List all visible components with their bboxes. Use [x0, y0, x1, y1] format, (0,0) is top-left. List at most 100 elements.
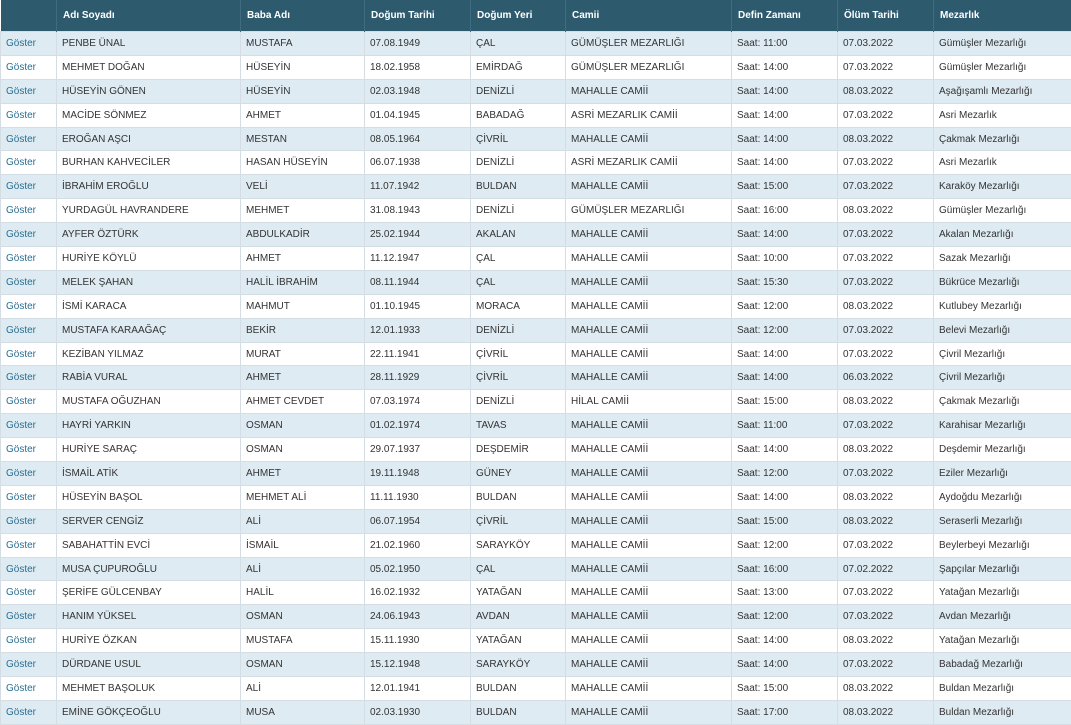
cell-birth-place: GÜNEY	[471, 462, 566, 486]
cell-show: Göster	[1, 677, 57, 701]
show-link[interactable]: Göster	[6, 444, 36, 455]
cell-mosque: MAHALLE CAMİİ	[566, 247, 732, 271]
show-link[interactable]: Göster	[6, 707, 36, 718]
show-link[interactable]: Göster	[6, 86, 36, 97]
header-name[interactable]: Adı Soyadı	[57, 0, 241, 32]
cell-birth-date: 15.11.1930	[365, 629, 471, 653]
cell-show: Göster	[1, 605, 57, 629]
cell-name: HÜSEYİN BAŞOL	[57, 485, 241, 509]
show-link[interactable]: Göster	[6, 349, 36, 360]
show-link[interactable]: Göster	[6, 611, 36, 622]
show-link[interactable]: Göster	[6, 38, 36, 49]
cell-show: Göster	[1, 223, 57, 247]
cell-burial-time: Saat: 14:00	[732, 485, 838, 509]
cell-name: DÜRDANE USUL	[57, 653, 241, 677]
cell-father-name: MEHMET ALİ	[241, 485, 365, 509]
cell-name: ŞERİFE GÜLCENBAY	[57, 581, 241, 605]
cell-burial-time: Saat: 16:00	[732, 557, 838, 581]
show-link[interactable]: Göster	[6, 229, 36, 240]
cell-burial-time: Saat: 12:00	[732, 462, 838, 486]
show-link[interactable]: Göster	[6, 253, 36, 264]
cell-cemetery: Seraserli Mezarlığı	[934, 509, 1071, 533]
cell-cemetery: Kutlubey Mezarlığı	[934, 294, 1071, 318]
header-birth-date[interactable]: Doğum Tarihi	[365, 0, 471, 32]
cell-father-name: İSMAİL	[241, 533, 365, 557]
show-link[interactable]: Göster	[6, 468, 36, 479]
cell-birth-date: 02.03.1948	[365, 79, 471, 103]
cell-burial-time: Saat: 14:00	[732, 342, 838, 366]
cell-birth-date: 29.07.1937	[365, 438, 471, 462]
show-link[interactable]: Göster	[6, 325, 36, 336]
cell-show: Göster	[1, 653, 57, 677]
header-burial-time[interactable]: Defin Zamanı	[732, 0, 838, 32]
cell-burial-time: Saat: 14:00	[732, 127, 838, 151]
cell-mosque: MAHALLE CAMİİ	[566, 557, 732, 581]
show-link[interactable]: Göster	[6, 372, 36, 383]
cell-mosque: MAHALLE CAMİİ	[566, 509, 732, 533]
cell-father-name: OSMAN	[241, 414, 365, 438]
header-death-date[interactable]: Ölüm Tarihi	[838, 0, 934, 32]
cell-burial-time: Saat: 12:00	[732, 294, 838, 318]
cell-birth-date: 06.07.1954	[365, 509, 471, 533]
show-link[interactable]: Göster	[6, 420, 36, 431]
cell-name: YURDAGÜL HAVRANDERE	[57, 199, 241, 223]
show-link[interactable]: Göster	[6, 492, 36, 503]
show-link[interactable]: Göster	[6, 301, 36, 312]
show-link[interactable]: Göster	[6, 157, 36, 168]
cell-birth-place: ÇAL	[471, 557, 566, 581]
cell-show: Göster	[1, 103, 57, 127]
cell-birth-place: DENİZLİ	[471, 79, 566, 103]
cell-burial-time: Saat: 15:30	[732, 270, 838, 294]
cell-father-name: HÜSEYİN	[241, 79, 365, 103]
show-link[interactable]: Göster	[6, 110, 36, 121]
cell-cemetery: Bükrüce Mezarlığı	[934, 270, 1071, 294]
cell-cemetery: Yatağan Mezarlığı	[934, 581, 1071, 605]
cell-birth-date: 25.02.1944	[365, 223, 471, 247]
header-cemetery[interactable]: Mezarlık	[934, 0, 1071, 32]
show-link[interactable]: Göster	[6, 587, 36, 598]
cell-birth-place: AKALAN	[471, 223, 566, 247]
cell-father-name: ABDULKADİR	[241, 223, 365, 247]
cell-name: RABİA VURAL	[57, 366, 241, 390]
cell-cemetery: Gümüşler Mezarlığı	[934, 55, 1071, 79]
cell-birth-place: SARAYKÖY	[471, 533, 566, 557]
cell-birth-date: 06.07.1938	[365, 151, 471, 175]
cell-birth-date: 18.02.1958	[365, 55, 471, 79]
header-father-name[interactable]: Baba Adı	[241, 0, 365, 32]
table-row: GösterSERVER CENGİZALİ06.07.1954ÇİVRİLMA…	[1, 509, 1071, 533]
cell-birth-place: ÇAL	[471, 270, 566, 294]
cell-death-date: 08.03.2022	[838, 677, 934, 701]
show-link[interactable]: Göster	[6, 564, 36, 575]
cell-death-date: 07.03.2022	[838, 223, 934, 247]
cell-mosque: MAHALLE CAMİİ	[566, 677, 732, 701]
show-link[interactable]: Göster	[6, 683, 36, 694]
cell-birth-place: MORACA	[471, 294, 566, 318]
cell-show: Göster	[1, 462, 57, 486]
show-link[interactable]: Göster	[6, 396, 36, 407]
cell-mosque: MAHALLE CAMİİ	[566, 462, 732, 486]
cell-death-date: 07.03.2022	[838, 581, 934, 605]
cell-name: MUSTAFA KARAAĞAÇ	[57, 318, 241, 342]
cell-death-date: 07.03.2022	[838, 605, 934, 629]
cell-birth-place: DENİZLİ	[471, 151, 566, 175]
cell-father-name: HALİL İBRAHİM	[241, 270, 365, 294]
show-link[interactable]: Göster	[6, 62, 36, 73]
show-link[interactable]: Göster	[6, 516, 36, 527]
cell-burial-time: Saat: 10:00	[732, 247, 838, 271]
show-link[interactable]: Göster	[6, 540, 36, 551]
show-link[interactable]: Göster	[6, 277, 36, 288]
show-link[interactable]: Göster	[6, 134, 36, 145]
show-link[interactable]: Göster	[6, 659, 36, 670]
header-birth-place[interactable]: Doğum Yeri	[471, 0, 566, 32]
show-link[interactable]: Göster	[6, 181, 36, 192]
table-row: GösterYURDAGÜL HAVRANDEREMEHMET31.08.194…	[1, 199, 1071, 223]
cell-show: Göster	[1, 533, 57, 557]
cell-birth-date: 24.06.1943	[365, 605, 471, 629]
header-mosque[interactable]: Camii	[566, 0, 732, 32]
cell-burial-time: Saat: 14:00	[732, 438, 838, 462]
cell-father-name: MUSTAFA	[241, 629, 365, 653]
show-link[interactable]: Göster	[6, 205, 36, 216]
cell-birth-place: ÇİVRİL	[471, 342, 566, 366]
cell-show: Göster	[1, 438, 57, 462]
show-link[interactable]: Göster	[6, 635, 36, 646]
